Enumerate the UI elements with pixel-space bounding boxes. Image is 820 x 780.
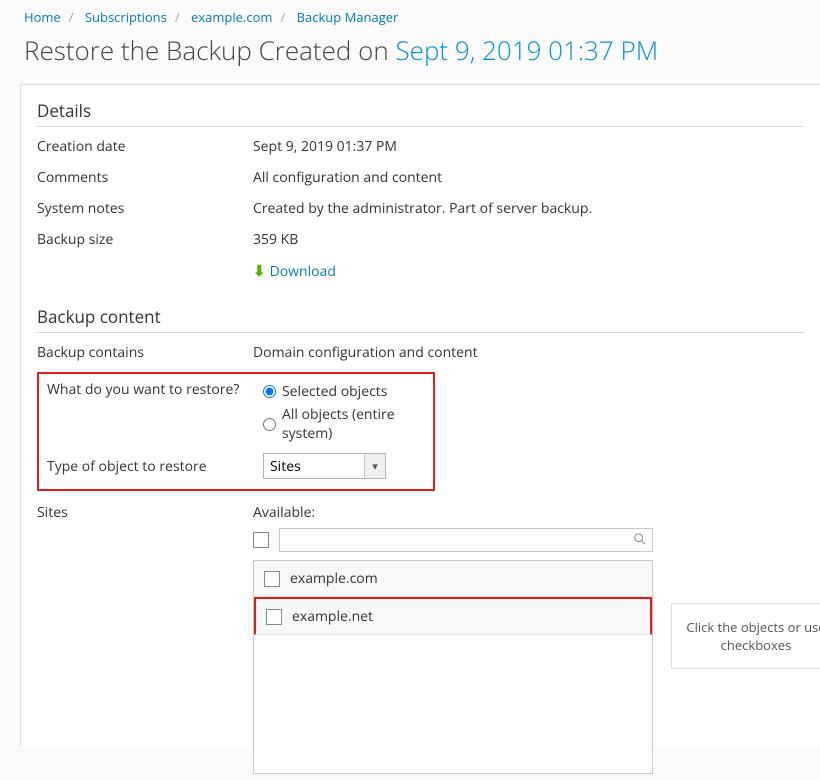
chevron-down-icon: ▾ [364, 454, 385, 478]
list-item[interactable]: example.com [254, 561, 652, 597]
breadcrumb: Home / Subscriptions / example.com / Backup… [0, 0, 820, 30]
radio-all-objects-input[interactable] [263, 418, 276, 431]
item-label: example.com [290, 569, 378, 588]
breadcrumb-sep: / [69, 8, 74, 26]
radio-all-objects[interactable]: All objects (entire system) [263, 403, 425, 445]
breadcrumb-sep: / [280, 8, 285, 26]
selection-hint: Click the objects or use checkboxes [671, 603, 820, 669]
search-field[interactable] [279, 528, 653, 552]
breadcrumb-link-subscriptions[interactable]: Subscriptions [85, 8, 167, 26]
backup-contains-label: Backup contains [37, 343, 253, 362]
download-arrow-icon: ⬇ [253, 261, 266, 281]
radio-selected-objects-input[interactable] [263, 385, 276, 398]
system-notes-value: Created by the administrator. Part of se… [253, 199, 804, 218]
type-select-input[interactable]: Sites [264, 454, 364, 478]
main-panel: Details Creation date Sept 9, 2019 01:37… [20, 84, 820, 746]
breadcrumb-sep: / [175, 8, 180, 26]
backup-size-value: 359 KB [253, 230, 804, 249]
backup-content-section: Backup content Backup contains Domain co… [37, 305, 804, 780]
search-input[interactable] [279, 528, 653, 552]
system-notes-label: System notes [37, 199, 253, 218]
what-restore-label: What do you want to restore? [47, 380, 263, 445]
creation-date-value: Sept 9, 2019 01:37 PM [253, 137, 804, 156]
available-label: Available: [253, 503, 653, 522]
list-item-highlight[interactable]: example.net [254, 597, 652, 635]
type-of-object-label: Type of object to restore [47, 457, 263, 476]
backup-contains-value: Domain configuration and content [253, 343, 804, 362]
sites-label: Sites [37, 503, 253, 522]
select-all-checkbox[interactable] [253, 532, 269, 548]
item-checkbox[interactable] [266, 609, 282, 625]
restore-options-highlight: What do you want to restore? Selected ob… [37, 372, 435, 491]
comments-label: Comments [37, 168, 253, 187]
download-label: Download [270, 262, 336, 281]
details-heading: Details [37, 99, 804, 127]
breadcrumb-link-backup[interactable]: Backup Manager [297, 8, 399, 26]
radio-selected-objects-label: Selected objects [282, 382, 387, 401]
radio-selected-objects[interactable]: Selected objects [263, 380, 425, 403]
page-title-date: Sept 9, 2019 01:37 PM [395, 32, 658, 68]
available-list: example.com example.net [253, 560, 653, 774]
download-link[interactable]: ⬇ Download [253, 261, 336, 281]
breadcrumb-link-domain[interactable]: example.com [191, 8, 272, 26]
details-section: Details Creation date Sept 9, 2019 01:37… [37, 99, 804, 287]
backup-size-label: Backup size [37, 230, 253, 249]
breadcrumb-link-home[interactable]: Home [24, 8, 61, 26]
creation-date-label: Creation date [37, 137, 253, 156]
backup-content-heading: Backup content [37, 305, 804, 333]
radio-all-objects-label: All objects (entire system) [282, 405, 425, 443]
page-title-prefix: Restore the Backup Created on [24, 32, 395, 68]
item-checkbox[interactable] [264, 571, 280, 587]
item-label: example.net [292, 607, 373, 626]
comments-value: All configuration and content [253, 168, 804, 187]
type-select[interactable]: Sites ▾ [263, 453, 386, 479]
page-title: Restore the Backup Created on Sept 9, 20… [0, 30, 820, 84]
